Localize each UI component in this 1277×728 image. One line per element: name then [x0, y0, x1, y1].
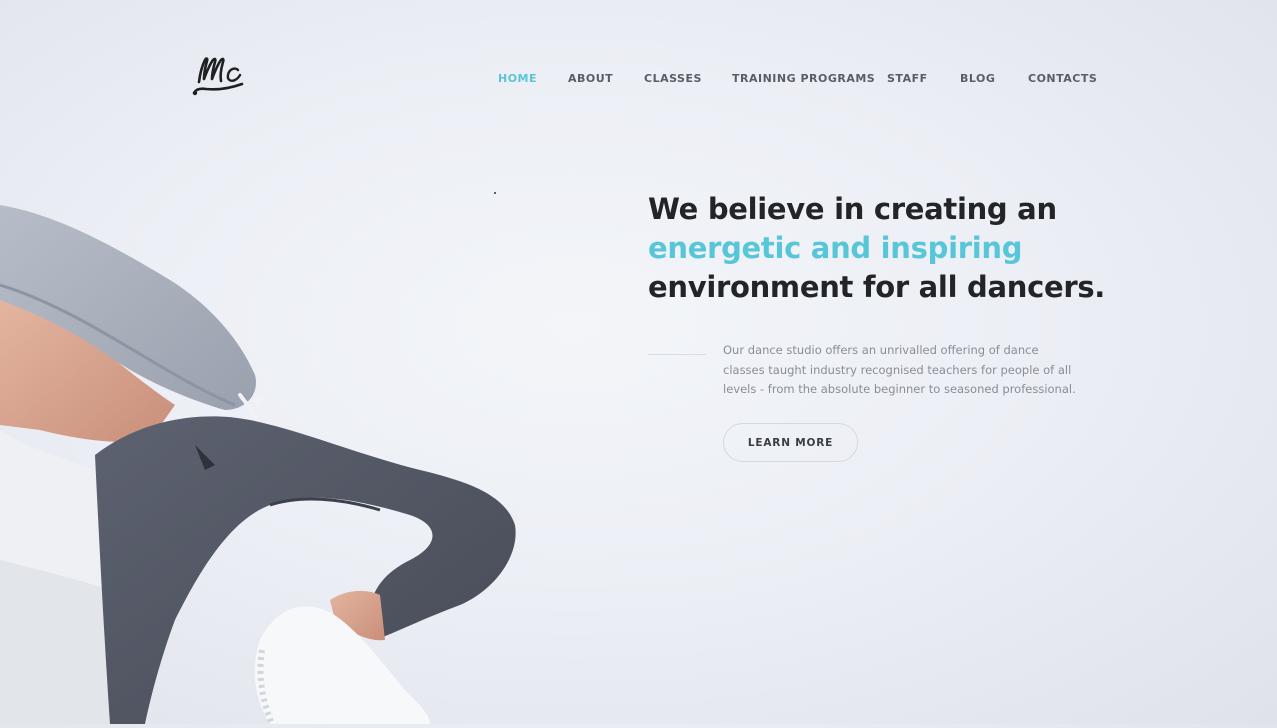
- main-nav: HOME ABOUT CLASSES TRAINING PROGRAMS STA…: [0, 72, 1277, 88]
- headline-line-3: environment for all dancers.: [648, 270, 1106, 304]
- description-line-1: Our dance studio offers an unrivalled of…: [723, 343, 1039, 357]
- nav-item-classes[interactable]: CLASSES: [644, 72, 702, 86]
- learn-more-button[interactable]: LEARN MORE: [723, 423, 858, 462]
- decorative-dot: [494, 192, 496, 194]
- nav-item-contacts[interactable]: CONTACTS: [1028, 72, 1097, 86]
- description-line-2: classes taught industry recognised teach…: [723, 362, 1072, 377]
- nav-item-blog[interactable]: BLOG: [960, 72, 995, 86]
- description-divider: [648, 354, 706, 355]
- nav-item-home[interactable]: HOME: [498, 72, 537, 86]
- dancer-photo: [0, 180, 540, 726]
- hero-description: Our dance studio offers an unrivalled of…: [723, 341, 1093, 400]
- nav-item-about[interactable]: ABOUT: [568, 72, 613, 86]
- dancer-illustration: [0, 205, 516, 726]
- hero-headline: We believe in creating an energetic and …: [648, 190, 1208, 307]
- nav-item-training-programs[interactable]: TRAINING PROGRAMS: [732, 72, 875, 86]
- headline-line-1: We believe in creating an: [648, 192, 1057, 226]
- nav-item-staff[interactable]: STAFF: [887, 72, 928, 86]
- description-line-3: levels - from the absolute beginner to s…: [723, 382, 1076, 396]
- headline-accent: energetic and inspiring: [648, 231, 1023, 265]
